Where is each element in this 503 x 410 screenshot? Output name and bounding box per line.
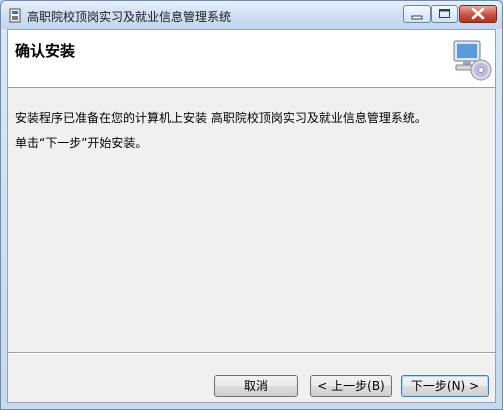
page-title: 确认安装 <box>15 42 76 60</box>
title-bar[interactable]: 高职院校顶岗实习及就业信息管理系统 <box>1 1 502 29</box>
dialog-header: 确认安装 <box>8 30 495 88</box>
maximize-icon <box>439 9 450 18</box>
dialog-client-area: 确认安装 安装程序已准备在您的计算机上安装 高职院校顶岗实习及就业信息管理系统。… <box>7 29 496 403</box>
installer-app-icon <box>9 8 21 23</box>
cancel-button[interactable]: 取消 <box>214 375 298 397</box>
maximize-button[interactable] <box>431 5 458 23</box>
install-message: 安装程序已准备在您的计算机上安装 高职院校顶岗实习及就业信息管理系统。 <box>15 111 427 125</box>
close-button[interactable] <box>459 5 497 23</box>
window-title: 高职院校顶岗实习及就业信息管理系统 <box>27 10 232 24</box>
footer-separator <box>8 352 495 354</box>
close-icon <box>471 7 485 20</box>
back-button[interactable]: < 上一步(B) <box>310 375 392 397</box>
installer-window: 高职院校顶岗实习及就业信息管理系统 确认安装 安装程序已准备在您的计算机上安装 … <box>0 0 503 410</box>
computer-cd-icon <box>453 40 492 81</box>
minimize-button[interactable] <box>403 5 431 23</box>
instruction-text: 单击“下一步”开始安装。 <box>15 136 148 150</box>
minimize-icon <box>411 15 423 20</box>
next-button[interactable]: 下一步(N) > <box>401 375 489 397</box>
